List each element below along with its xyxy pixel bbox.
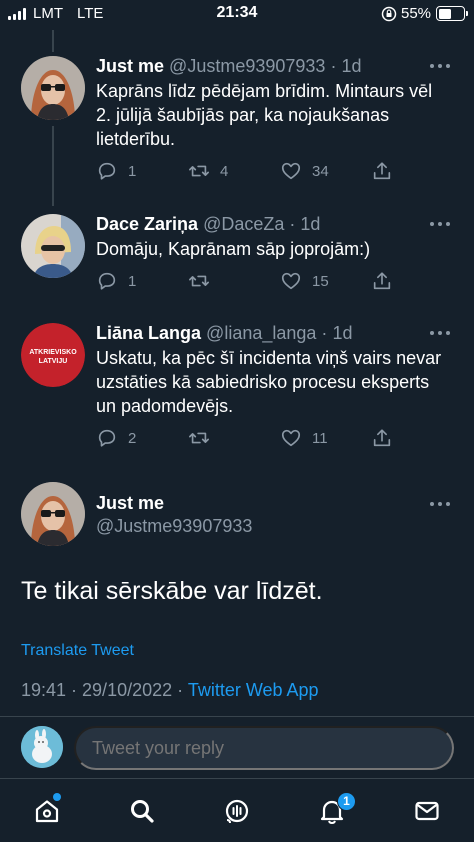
retweet-button[interactable] <box>188 270 210 292</box>
display-name[interactable]: Dace Zariņa <box>96 214 198 234</box>
reply-header: Dace Zariņa @DaceZa · 1d <box>96 214 320 235</box>
avatar[interactable] <box>21 214 85 278</box>
home-icon <box>35 800 59 823</box>
more-options-icon[interactable] <box>430 222 452 230</box>
reply-text: Domāju, Kaprānam sāp joprojām:) <box>96 239 371 259</box>
reply-button[interactable]: 1 <box>96 160 136 182</box>
heart-icon <box>281 272 301 290</box>
display-name[interactable]: Liāna Langa <box>96 323 201 343</box>
spaces-tab[interactable] <box>223 797 251 825</box>
avatar[interactable]: ATKRIEVISKO LATVIJU <box>21 323 85 387</box>
share-button[interactable] <box>371 270 393 292</box>
user-handle: @Justme93907933 <box>169 56 326 76</box>
like-count: 15 <box>312 272 329 290</box>
more-options-icon[interactable] <box>430 502 452 510</box>
reply-header: Liāna Langa @liana_langa · 1d <box>96 323 352 344</box>
tweet-source-link[interactable]: Twitter Web App <box>188 680 319 700</box>
share-button[interactable] <box>371 160 393 182</box>
avatar-logo-line: LATVIJU <box>39 358 68 365</box>
main-tweet-handle: @Justme93907933 <box>96 516 253 536</box>
search-tab[interactable] <box>128 797 156 825</box>
orientation-lock-icon <box>381 6 397 22</box>
like-button[interactable]: 34 <box>280 160 329 182</box>
reply-header: Just me @Justme93907933 · 1d <box>96 56 361 77</box>
separator: · <box>330 56 337 76</box>
reply-count: 1 <box>128 272 137 290</box>
more-options-icon[interactable] <box>430 331 452 339</box>
retweet-count: 4 <box>220 162 229 180</box>
reply-time: 1d <box>332 323 353 343</box>
home-notification-dot <box>53 793 61 801</box>
reply-count: 1 <box>128 162 137 180</box>
avatar-logo-line: ATKRIEVISKO <box>29 349 77 356</box>
reply-icon <box>98 272 116 290</box>
battery-percent: 55% <box>401 5 432 22</box>
reply-tweet[interactable]: ATKRIEVISKO LATVIJU Liāna Langa @liana_l… <box>0 323 474 453</box>
translate-tweet-link[interactable]: Translate Tweet <box>21 642 134 660</box>
like-count: 34 <box>312 162 329 180</box>
avatar[interactable] <box>21 56 85 120</box>
retweet-icon <box>189 275 209 287</box>
reply-text: Kaprāns līdz pēdējam brīdim. Mintaurs vē… <box>96 81 433 149</box>
user-avatar[interactable] <box>21 726 63 768</box>
thread-line <box>52 30 54 52</box>
battery-level <box>438 8 452 19</box>
reply-count: 2 <box>128 429 137 447</box>
separator: · <box>289 214 296 234</box>
like-button[interactable]: 11 <box>280 427 328 449</box>
retweet-icon <box>189 165 209 177</box>
reply-button[interactable]: 2 <box>96 427 136 449</box>
main-tweet-name[interactable]: Just me <box>96 493 164 514</box>
home-tab[interactable] <box>33 797 61 825</box>
more-options-icon[interactable] <box>430 64 452 72</box>
status-bar: LMT LTE 21:34 55% <box>0 0 474 28</box>
reply-icon <box>98 162 116 180</box>
reply-tweet[interactable]: Just me @Justme93907933 · 1d Kaprāns līd… <box>0 56 474 186</box>
messages-tab[interactable] <box>413 797 441 825</box>
reply-button[interactable]: 1 <box>96 270 136 292</box>
reply-tweet[interactable]: Dace Zariņa @DaceZa · 1d Domāju, Kaprāna… <box>0 214 474 294</box>
main-tweet-text: Te tikai sērskābe var līdzēt. <box>21 577 323 605</box>
reply-time: 1d <box>341 56 362 76</box>
user-handle: @liana_langa <box>206 323 317 343</box>
retweet-button[interactable] <box>188 427 210 449</box>
tweet-meta: 19:41 · 29/10/2022 · Twitter Web App <box>21 680 319 701</box>
divider <box>0 716 474 717</box>
display-name[interactable]: Just me <box>96 56 164 76</box>
reply-actions: 1 15 <box>0 270 474 294</box>
notifications-badge: 1 <box>337 792 356 811</box>
reply-text: Uskatu, ka pēc šī incidenta viņš vairs n… <box>96 348 442 416</box>
main-tweet-avatar[interactable] <box>21 482 85 546</box>
separator: · <box>321 323 328 343</box>
share-icon <box>373 272 391 290</box>
share-icon <box>373 429 391 447</box>
spaces-icon <box>225 799 249 824</box>
reply-actions: 1 4 34 <box>0 160 474 184</box>
search-icon <box>131 800 154 823</box>
battery-icon <box>436 6 465 21</box>
like-button[interactable]: 15 <box>280 270 329 292</box>
heart-icon <box>281 162 301 180</box>
like-count: 11 <box>312 429 328 447</box>
reply-input[interactable] <box>74 726 454 770</box>
reply-icon <box>98 429 116 447</box>
tweet-timestamp: 19:41 · 29/10/2022 · <box>21 680 188 700</box>
retweet-button[interactable]: 4 <box>188 160 228 182</box>
share-button[interactable] <box>371 427 393 449</box>
reply-time: 1d <box>300 214 321 234</box>
bottom-tab-bar: 1 <box>0 778 474 842</box>
heart-icon <box>281 429 301 447</box>
retweet-icon <box>189 432 209 444</box>
user-handle: @DaceZa <box>203 214 285 234</box>
share-icon <box>373 162 391 180</box>
reply-actions: 2 11 <box>0 427 474 451</box>
messages-icon <box>415 801 439 821</box>
battery-cap <box>466 11 468 16</box>
